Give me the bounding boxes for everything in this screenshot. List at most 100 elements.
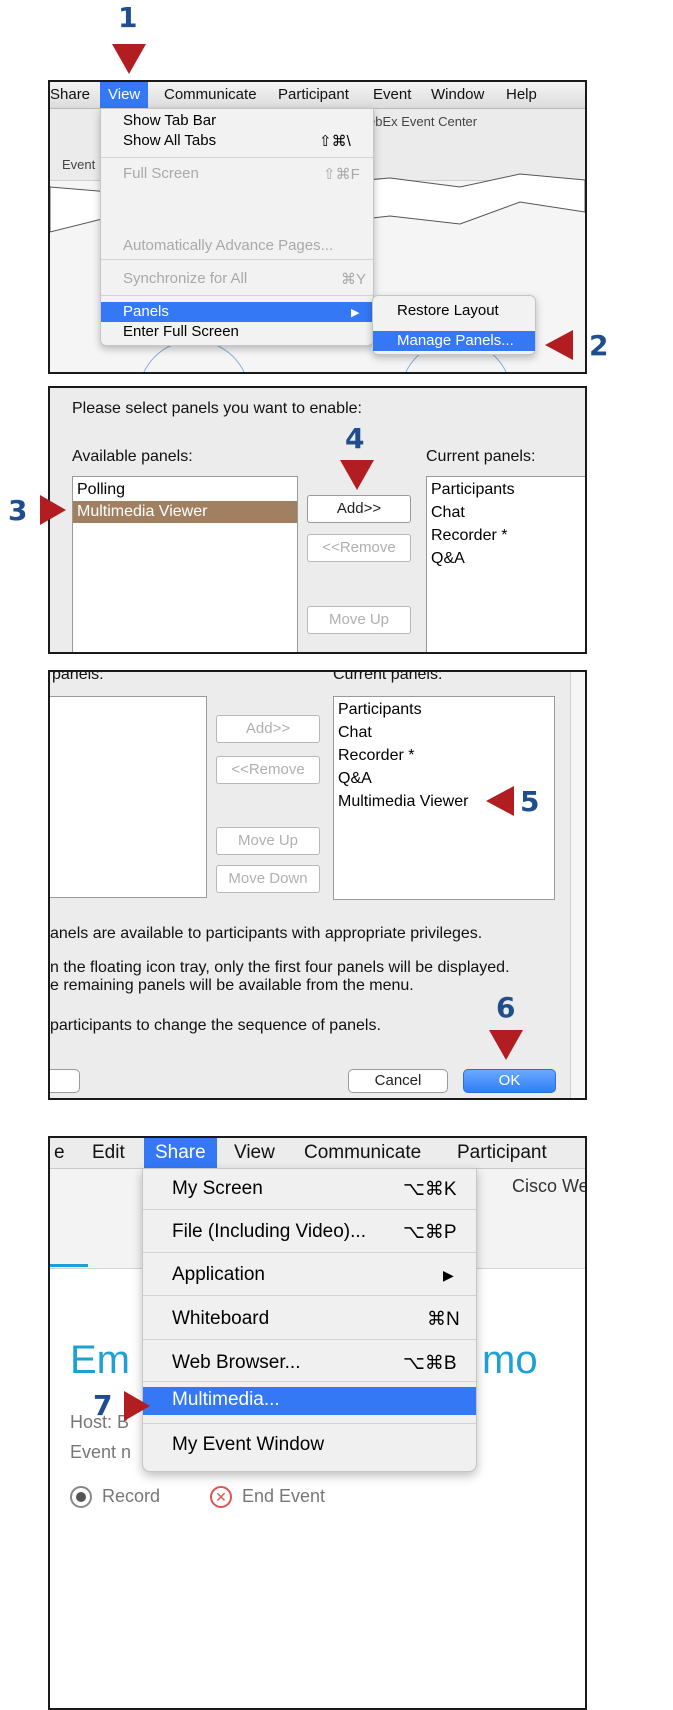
list-item[interactable]: Participants: [338, 701, 422, 719]
current-panels-label: Current panels:: [333, 670, 443, 683]
list-item[interactable]: Q&A: [431, 550, 465, 568]
shortcut-web-browser: ⌥⌘B: [403, 1353, 457, 1374]
shortcut-file: ⌥⌘P: [403, 1222, 457, 1243]
menu-separator: [143, 1423, 476, 1424]
available-panels-label: Available panels:: [72, 448, 193, 465]
remaining-panels-note: e remaining panels will be available fro…: [50, 977, 414, 994]
menu-participant[interactable]: Participant: [457, 1142, 547, 1164]
menu-item-restore-layout[interactable]: Restore Layout: [373, 301, 535, 321]
menu-event[interactable]: Event: [373, 86, 411, 103]
menu-separator: [101, 157, 373, 158]
available-panels-label: panels:: [52, 670, 104, 683]
step-6-number: 6: [496, 991, 516, 1024]
share-menu-screenshot: Cisco We e Edit Share View Communicate P…: [48, 1136, 587, 1710]
available-panels-list[interactable]: [50, 696, 207, 898]
step-6-arrow: [489, 1030, 523, 1060]
list-item[interactable]: Participants: [431, 481, 515, 499]
menu-communicate[interactable]: Communicate: [164, 86, 257, 103]
menu-share[interactable]: Share: [50, 86, 90, 103]
menu-item-my-event-window[interactable]: My Event Window: [143, 1429, 476, 1461]
ok-button[interactable]: OK: [463, 1069, 556, 1093]
available-panels-list[interactable]: Polling Multimedia Viewer: [72, 476, 298, 652]
menu-edit[interactable]: Edit: [92, 1142, 125, 1164]
menu-item-manage-panels[interactable]: Manage Panels...: [373, 331, 535, 351]
list-item[interactable]: Recorder *: [431, 527, 507, 545]
submenu-arrow-icon: ▶: [351, 307, 360, 319]
partial-button[interactable]: [50, 1069, 80, 1093]
panels-submenu: Restore Layout Manage Panels...: [372, 295, 536, 355]
shortcut-sync-all: ⌘Y: [341, 271, 367, 288]
step-4-arrow: [340, 460, 374, 490]
record-radio-icon[interactable]: [70, 1486, 92, 1508]
menu-item-panels[interactable]: Panels ▶: [101, 302, 373, 322]
menu-help[interactable]: Help: [506, 86, 537, 103]
step-4-number: 4: [345, 422, 365, 455]
manage-panels-dialog: Please select panels you want to enable:…: [48, 386, 587, 654]
menu-bar: e Edit Share View Communicate Participan…: [50, 1138, 585, 1169]
remove-button[interactable]: <<Remove: [216, 756, 320, 784]
share-menu: My Screen ⌥⌘K File (Including Video)... ⌥⌘…: [142, 1168, 477, 1472]
scrollbar-track[interactable]: [570, 672, 585, 1098]
menu-bar: Share View Communicate Participant Event…: [50, 82, 585, 109]
list-item-polling[interactable]: Polling: [77, 481, 125, 499]
end-event-label[interactable]: End Event: [242, 1486, 325, 1507]
step-1-arrow: [112, 44, 146, 74]
list-item[interactable]: Q&A: [338, 770, 372, 788]
menu-item-whiteboard[interactable]: Whiteboard ⌘N: [143, 1303, 476, 1335]
menu-separator: [143, 1381, 476, 1382]
menu-item-auto-advance: Automatically Advance Pages...: [123, 237, 334, 254]
menu-item-my-screen[interactable]: My Screen ⌥⌘K: [143, 1173, 476, 1205]
menu-window[interactable]: Window: [431, 86, 484, 103]
event-heading-right: mo: [482, 1338, 538, 1382]
menu-item-show-tab-bar[interactable]: Show Tab Bar: [101, 111, 373, 131]
menu-item-application[interactable]: Application ▶: [143, 1259, 476, 1291]
step-5-number: 5: [520, 785, 540, 818]
move-up-button[interactable]: Move Up: [307, 606, 411, 634]
menu-item-full-screen: Full Screen ⇧⌘F: [123, 165, 360, 183]
step-2-number: 2: [589, 329, 609, 362]
menu-item-file[interactable]: File (Including Video)... ⌥⌘P: [143, 1216, 476, 1248]
step-3-number: 3: [8, 494, 28, 527]
dialog-prompt: Please select panels you want to enable:: [72, 400, 362, 417]
move-down-button[interactable]: Move Down: [216, 865, 320, 893]
window-title: ebEx Event Center: [368, 114, 478, 129]
menu-separator: [143, 1252, 476, 1253]
menu-share[interactable]: Share: [144, 1138, 217, 1169]
menu-communicate[interactable]: Communicate: [304, 1142, 421, 1164]
menu-item-show-all-tabs[interactable]: Show All Tabs ⇧⌘\: [101, 131, 373, 151]
step-7-arrow: [124, 1391, 150, 1421]
sequence-note: participants to change the sequence of p…: [50, 1017, 381, 1034]
add-button[interactable]: Add>>: [307, 495, 411, 523]
move-up-button[interactable]: Move Up: [216, 827, 320, 855]
shortcut-whiteboard: ⌘N: [427, 1309, 460, 1330]
event-number-label: Event n: [70, 1442, 132, 1462]
menu-item-web-browser[interactable]: Web Browser... ⌥⌘B: [143, 1347, 476, 1379]
view-menu-screenshot: ebEx Event Center Event Share View Commu…: [48, 80, 587, 374]
current-panels-list[interactable]: Participants Chat Recorder * Q&A: [426, 476, 585, 652]
menu-partial[interactable]: e: [54, 1142, 65, 1164]
list-item[interactable]: Chat: [431, 504, 465, 522]
step-1-number: 1: [118, 1, 138, 34]
list-item-multimedia-viewer[interactable]: Multimedia Viewer: [338, 793, 468, 811]
list-item-multimedia-viewer[interactable]: Multimedia Viewer: [73, 501, 297, 523]
end-event-icon[interactable]: ✕: [210, 1486, 232, 1508]
menu-item-multimedia[interactable]: Multimedia...: [143, 1387, 476, 1415]
menu-item-enter-full-screen[interactable]: Enter Full Screen: [101, 322, 373, 342]
shortcut-full-screen: ⇧⌘F: [323, 166, 360, 183]
menu-item-synchronize: Synchronize for All ⌘Y: [123, 270, 367, 288]
list-item[interactable]: Recorder *: [338, 747, 414, 765]
menu-view[interactable]: View: [100, 82, 149, 108]
menu-participant[interactable]: Participant: [278, 86, 349, 103]
step-5-arrow: [486, 786, 514, 816]
shortcut-show-all-tabs: ⇧⌘\: [319, 133, 351, 150]
record-label[interactable]: Record: [102, 1486, 160, 1507]
event-heading-left: Em: [70, 1338, 130, 1382]
current-panels-label: Current panels:: [426, 448, 536, 465]
add-button[interactable]: Add>>: [216, 715, 320, 743]
cancel-button[interactable]: Cancel: [348, 1069, 448, 1093]
privileges-note: anels are available to participants with…: [50, 925, 483, 942]
remove-button[interactable]: <<Remove: [307, 534, 411, 562]
menu-view[interactable]: View: [234, 1142, 275, 1164]
menu-separator: [101, 295, 373, 296]
list-item[interactable]: Chat: [338, 724, 372, 742]
